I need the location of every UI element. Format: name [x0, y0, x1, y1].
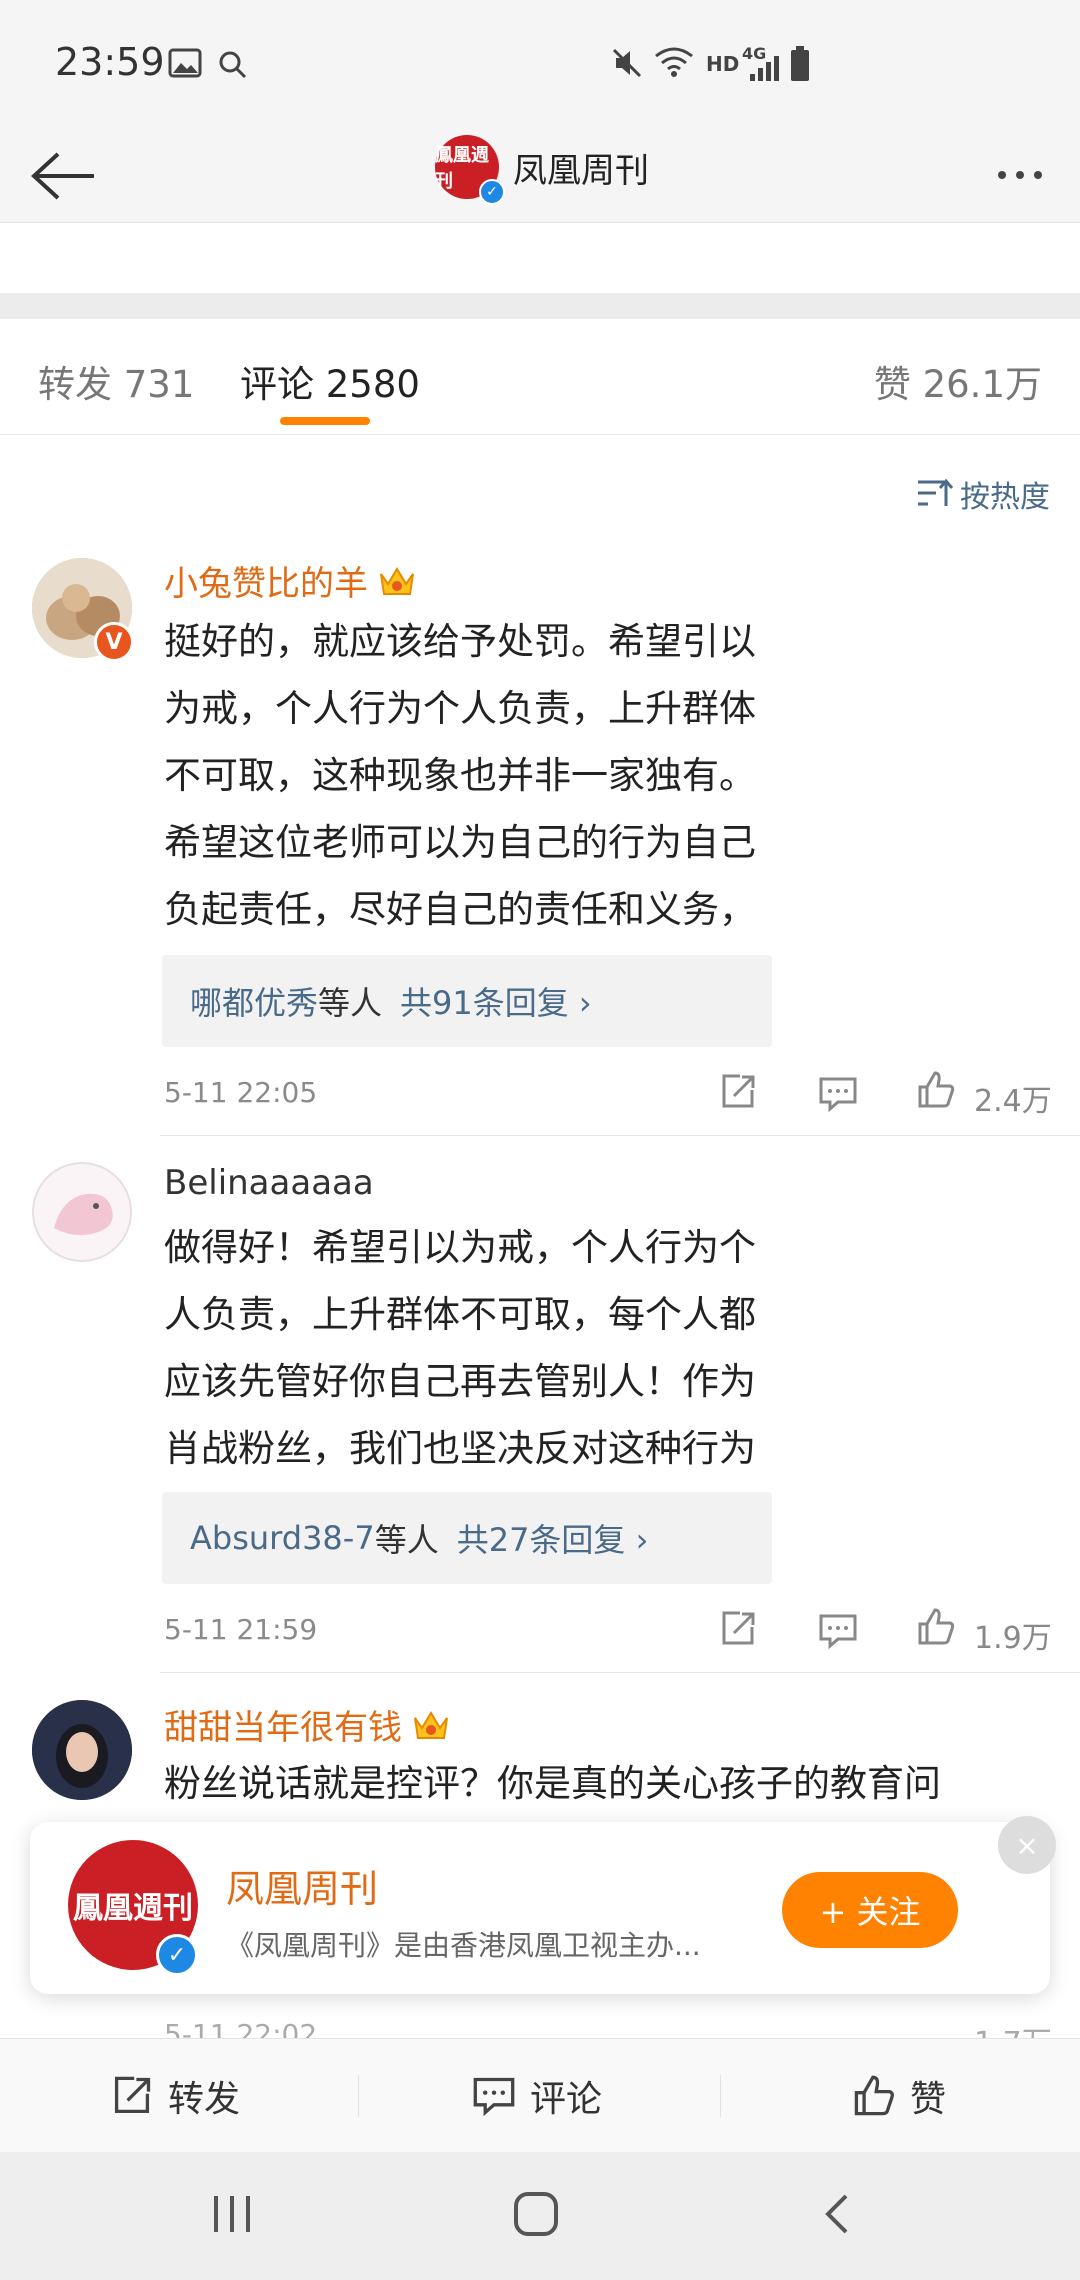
follow-account-name[interactable]: 凤凰周刊 — [226, 1858, 378, 1913]
back-button[interactable] — [18, 136, 108, 216]
recent-apps-icon[interactable] — [210, 2192, 254, 2236]
tab-reposts[interactable]: 转发 731 — [38, 354, 194, 408]
section-divider — [0, 293, 1080, 319]
battery-icon — [791, 46, 809, 81]
comment-divider — [160, 1672, 1080, 1673]
sort-icon — [918, 478, 954, 506]
status-bar: 23:59 HD 4G — [0, 0, 1080, 130]
verified-badge-icon: ✓ — [156, 1934, 198, 1976]
crown-icon — [414, 1710, 448, 1739]
comment-label: 评论 — [530, 2079, 603, 2120]
comment-button[interactable]: 评论 — [472, 2039, 602, 2153]
mute-icon — [612, 48, 642, 78]
bar-separator — [720, 2075, 721, 2117]
like-button[interactable]: 赞 — [852, 2039, 946, 2153]
follow-suggestion-card: 鳳凰週刊 ✓ 凤凰周刊 《凤凰周刊》是由香港凤凰卫视主办... + 关注 × — [30, 1816, 1056, 1994]
top-nav-bar: 鳳凰週刊 ✓ 凤凰周刊 — [0, 130, 1080, 223]
tab-comments[interactable]: 评论 2580 — [240, 354, 420, 408]
signal-icon — [750, 56, 779, 81]
comment-icon[interactable] — [818, 1074, 858, 1114]
comment-text: 挺好的，就应该给予处罚。希望引以为戒，个人行为个人负责，上升群体不可取，这种现象… — [164, 620, 756, 998]
like-count: 1.7万 — [974, 2018, 1052, 2038]
comment-username[interactable]: Belinaaaaaa — [164, 1163, 374, 1203]
follow-avatar-text: 鳳凰週刊 — [73, 1891, 193, 1926]
sort-label: 按热度 — [960, 480, 1050, 515]
reply-etc: 等人 — [318, 984, 383, 1022]
username-text: Belinaaaaaa — [164, 1163, 374, 1203]
like-icon[interactable] — [916, 1607, 956, 1647]
repost-label: 转发 — [168, 2079, 241, 2120]
comment-username[interactable]: 小兔赞比的羊 — [164, 556, 416, 605]
crown-icon — [380, 566, 414, 595]
reply-etc: 等人 — [374, 1521, 439, 1559]
header-avatar[interactable]: 鳳凰週刊 ✓ — [435, 135, 505, 205]
hd-label: HD — [706, 52, 740, 76]
comment-time: 5-11 21:59 — [164, 1613, 318, 1646]
more-dot-icon — [1016, 171, 1024, 179]
like-label: 赞 — [910, 2079, 947, 2120]
follow-account-description: 《凤凰周刊》是由香港凤凰卫视主办... — [226, 1929, 701, 1962]
back-arrow-icon — [31, 152, 94, 200]
share-icon[interactable] — [718, 1072, 758, 1112]
comment-text: 做得好！希望引以为戒，个人行为个人负责，上升群体不可取，每个人都应该先管好你自己… — [164, 1226, 756, 1470]
home-icon[interactable] — [512, 2190, 560, 2238]
page-title: 凤凰周刊 — [513, 150, 649, 191]
status-time: 23:59 — [55, 40, 165, 84]
follow-button[interactable]: + 关注 — [782, 1872, 958, 1948]
verified-badge-icon: ✓ — [479, 179, 505, 205]
bar-separator — [358, 2075, 359, 2117]
gallery-icon — [168, 48, 202, 78]
reply-summary[interactable]: 哪都优秀 等人 共91条回复 › — [162, 955, 772, 1047]
like-icon — [854, 2075, 894, 2116]
avatar[interactable] — [32, 1162, 132, 1262]
comment-time: 5-11 22:02 — [164, 2018, 318, 2038]
reply-names[interactable]: Absurd38-7 — [190, 1519, 375, 1557]
more-dot-icon — [998, 171, 1006, 179]
avatar[interactable] — [32, 1700, 132, 1800]
wifi-icon — [655, 47, 693, 77]
reply-summary[interactable]: Absurd38-7 等人 共27条回复 › — [162, 1492, 772, 1584]
active-tab-indicator — [280, 417, 370, 425]
like-count: 2.4万 — [974, 1084, 1052, 1119]
tab-likes[interactable]: 赞 26.1万 — [874, 354, 1042, 408]
more-options-button[interactable] — [980, 150, 1060, 200]
share-icon[interactable] — [718, 1609, 758, 1649]
reply-names[interactable]: 哪都优秀 — [190, 978, 318, 1024]
like-count: 1.9万 — [974, 1621, 1052, 1656]
vip-badge-icon: V — [94, 622, 134, 662]
search-status-icon — [219, 51, 247, 79]
system-nav-bar — [0, 2152, 1080, 2280]
close-icon[interactable]: × — [998, 1816, 1056, 1874]
comment-username[interactable]: 甜甜当年很有钱 — [164, 1700, 450, 1749]
comment-icon — [473, 2077, 515, 2117]
avatar-image-icon — [32, 1700, 132, 1800]
tab-bar: 转发 731 评论 2580 赞 26.1万 — [0, 319, 1080, 435]
header-account[interactable]: 鳳凰週刊 ✓ 凤凰周刊 — [435, 135, 649, 205]
username-text: 小兔赞比的羊 — [164, 564, 368, 604]
username-text: 甜甜当年很有钱 — [164, 1708, 402, 1748]
comment-icon[interactable] — [818, 1611, 858, 1651]
sort-by-hot-button[interactable]: 按热度 — [916, 472, 1050, 516]
more-dot-icon — [1034, 171, 1042, 179]
reply-count[interactable]: 共91条回复 › — [400, 978, 592, 1024]
comment-time: 5-11 22:05 — [164, 1076, 318, 1109]
system-back-icon[interactable] — [818, 2192, 858, 2236]
comment-text: 粉丝说话就是控评？你是真的关心孩子的教育问 — [164, 1762, 941, 1805]
comment-divider — [160, 1135, 1080, 1136]
bottom-action-bar: 转发 评论 赞 — [0, 2038, 1080, 2153]
repost-icon — [114, 2076, 151, 2114]
like-icon[interactable] — [916, 1070, 956, 1110]
avatar-image-icon — [32, 1162, 132, 1262]
post-bottom-area — [0, 223, 1080, 293]
repost-button[interactable]: 转发 — [110, 2039, 240, 2153]
reply-count[interactable]: 共27条回复 › — [457, 1515, 649, 1561]
